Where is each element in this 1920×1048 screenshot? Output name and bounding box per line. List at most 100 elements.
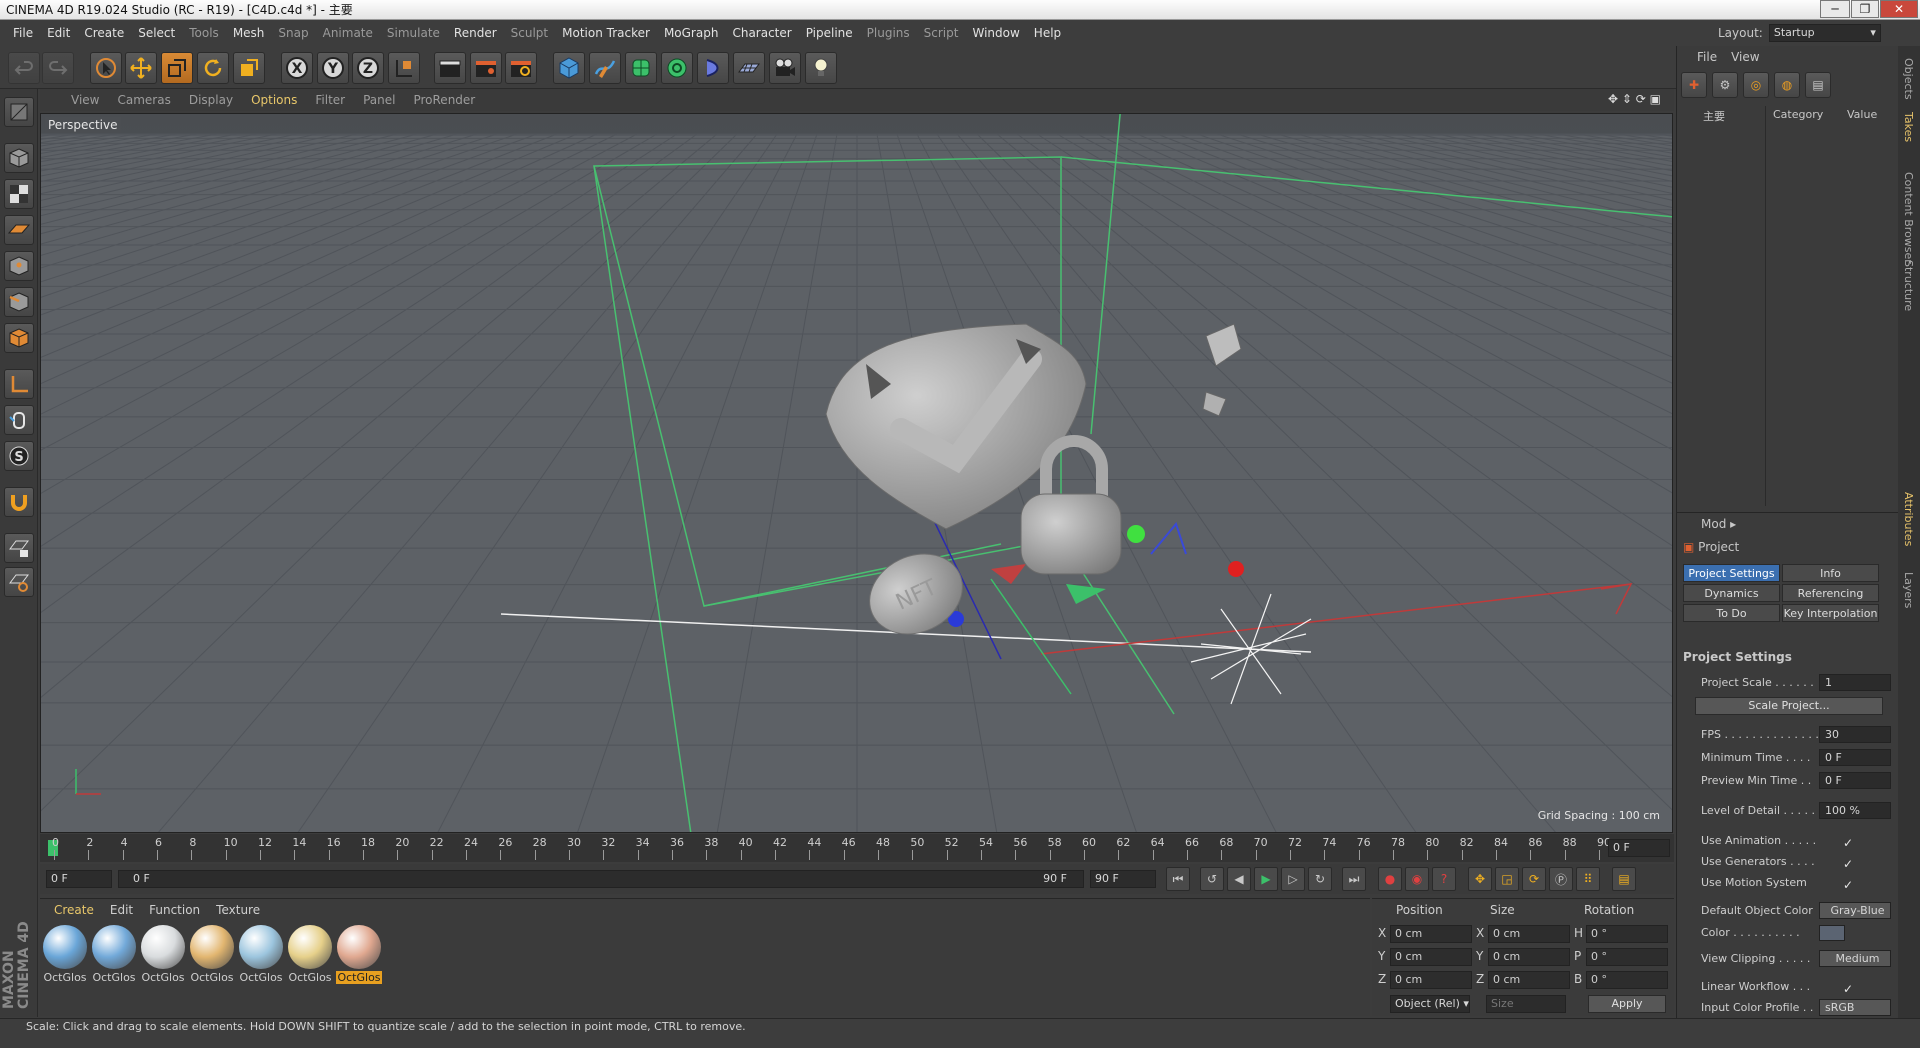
side-tab-structure[interactable]: Structure <box>1900 254 1917 317</box>
menu-create[interactable]: Create <box>77 20 131 46</box>
next-key-button[interactable]: ↻ <box>1308 867 1332 891</box>
checkbox[interactable]: ✓ <box>1843 855 1853 873</box>
side-tab-objects[interactable]: Objects <box>1900 52 1917 106</box>
menu-animate[interactable]: Animate <box>316 20 380 46</box>
menu-file[interactable]: File <box>6 20 40 46</box>
undo-button[interactable] <box>8 52 40 84</box>
camera-button[interactable] <box>769 52 801 84</box>
timeline-window-button[interactable]: ▤ <box>1612 867 1636 891</box>
light-button[interactable] <box>805 52 837 84</box>
fps-field[interactable]: 30 <box>1819 726 1891 743</box>
view-clipping-field[interactable]: Medium <box>1819 950 1891 967</box>
close-button[interactable]: ✕ <box>1880 0 1918 18</box>
rotate-tool-button[interactable] <box>197 52 229 84</box>
checkbox[interactable]: ✓ <box>1843 834 1853 852</box>
linear-workflow-checkbox[interactable]: ✓ <box>1843 980 1853 998</box>
key-pla-button[interactable]: ⠿ <box>1576 867 1600 891</box>
size-mode-dropdown[interactable]: Size <box>1486 995 1566 1013</box>
viewport-menu-cameras[interactable]: Cameras <box>108 93 179 107</box>
menu-edit[interactable]: Edit <box>40 20 77 46</box>
rotation-h-field[interactable]: 0 ° <box>1586 925 1668 943</box>
scale-project-button[interactable]: Scale Project... <box>1695 697 1883 715</box>
position-z-field[interactable]: 0 cm <box>1390 971 1472 989</box>
material-swatch[interactable]: OctGlos <box>91 925 137 984</box>
x-axis-button[interactable]: X <box>281 52 313 84</box>
menu-plugins[interactable]: Plugins <box>860 20 917 46</box>
move-tool-button[interactable] <box>125 52 157 84</box>
play-button[interactable]: ▶ <box>1254 867 1278 891</box>
menu-motion-tracker[interactable]: Motion Tracker <box>555 20 657 46</box>
timeline-ruler[interactable]: 0 2 4 6 8 10 12 14 16 18 20 22 24 26 28 30 32 34 36 38 40 42 4… <box>40 834 1674 862</box>
start-frame-field[interactable]: 0 F <box>46 870 112 888</box>
key-rotation-button[interactable]: ⟳ <box>1522 867 1546 891</box>
keyframe-selection-button[interactable]: ? <box>1432 867 1456 891</box>
menu-help[interactable]: Help <box>1027 20 1068 46</box>
viewport-perspective[interactable]: NFT Perspective Grid Spacing : 100 cm <box>40 113 1673 833</box>
orbit-icon[interactable]: ⟳ <box>1636 92 1646 106</box>
menu-snap[interactable]: Snap <box>271 20 315 46</box>
recent-tool-button[interactable] <box>233 52 265 84</box>
z-axis-button[interactable]: Z <box>352 52 384 84</box>
viewport-menu-options[interactable]: Options <box>242 93 306 107</box>
menu-mesh[interactable]: Mesh <box>226 20 272 46</box>
position-y-field[interactable]: 0 cm <box>1390 948 1472 966</box>
make-editable-button[interactable] <box>4 97 34 127</box>
menu-mograph[interactable]: MoGraph <box>657 20 726 46</box>
menu-sculpt[interactable]: Sculpt <box>504 20 555 46</box>
material-swatch[interactable]: OctGlos <box>189 925 235 984</box>
tweak-mode-button[interactable] <box>4 405 34 435</box>
y-axis-button[interactable]: Y <box>317 52 349 84</box>
side-tab-layers[interactable]: Layers <box>1900 566 1917 614</box>
key-parameter-button[interactable]: Ⓟ <box>1549 867 1573 891</box>
points-mode-button[interactable] <box>4 251 34 281</box>
layout-dropdown[interactable]: Startup ▾ <box>1768 24 1881 42</box>
menu-window[interactable]: Window <box>965 20 1026 46</box>
viewport-menu-filter[interactable]: Filter <box>306 93 354 107</box>
pan-icon[interactable]: ✥ <box>1608 92 1618 106</box>
prev-key-button[interactable]: ↺ <box>1200 867 1224 891</box>
record-key-button[interactable]: ● <box>1378 867 1402 891</box>
rotation-p-field[interactable]: 0 ° <box>1586 948 1668 966</box>
prev-frame-button[interactable]: ◀ <box>1227 867 1251 891</box>
range-slider[interactable]: 0 F 90 F <box>118 870 1084 888</box>
polygons-mode-button[interactable] <box>4 323 34 353</box>
material-swatch[interactable]: OctGlos <box>336 925 382 984</box>
next-frame-button[interactable]: ▷ <box>1281 867 1305 891</box>
viewport-menu-display[interactable]: Display <box>180 93 242 107</box>
size-y-field[interactable]: 0 cm <box>1488 948 1570 966</box>
position-x-field[interactable]: 0 cm <box>1390 925 1472 943</box>
checkbox[interactable]: ✓ <box>1843 876 1853 894</box>
side-tab-takes[interactable]: Takes <box>1900 106 1917 148</box>
workplane-mode-button[interactable] <box>4 215 34 245</box>
cube-button[interactable] <box>553 52 585 84</box>
minimum-time-field[interactable]: 0 F <box>1819 749 1891 766</box>
snap-button[interactable]: S <box>4 441 34 471</box>
go-to-end-button[interactable]: ⏭ <box>1342 867 1366 891</box>
apply-button[interactable]: Apply <box>1588 995 1666 1013</box>
planar-workplane-button[interactable] <box>4 567 34 597</box>
side-tab-attributes[interactable]: Attributes <box>1900 486 1917 552</box>
viewport-menu-panel[interactable]: Panel <box>354 93 404 107</box>
coordinate-system-button[interactable] <box>388 52 420 84</box>
axis-mode-button[interactable] <box>4 369 34 399</box>
redo-button[interactable] <box>42 52 74 84</box>
project-scale-field[interactable]: 1 <box>1819 674 1891 691</box>
menu-select[interactable]: Select <box>131 20 182 46</box>
level-of-detail-field[interactable]: 100 % <box>1819 802 1891 819</box>
render-settings-button[interactable] <box>505 52 537 84</box>
coord-mode-dropdown[interactable]: Object (Rel) ▾ <box>1390 995 1470 1013</box>
current-frame-field[interactable]: 0 F <box>1608 839 1670 857</box>
size-z-field[interactable]: 0 cm <box>1488 971 1570 989</box>
autokey-button[interactable]: ◉ <box>1405 867 1429 891</box>
subdivision-surface-button[interactable] <box>625 52 657 84</box>
switch-view-icon[interactable]: ▣ <box>1650 92 1661 106</box>
lock-workplane-button[interactable] <box>4 533 34 563</box>
material-swatch[interactable]: OctGlos <box>287 925 333 984</box>
menu-tools[interactable]: Tools <box>182 20 226 46</box>
menu-script[interactable]: Script <box>917 20 966 46</box>
texture-mode-button[interactable] <box>4 179 34 209</box>
key-scale-button[interactable]: ◲ <box>1495 867 1519 891</box>
viewport-menu-view[interactable]: View <box>62 93 108 107</box>
material-swatch[interactable]: OctGlos <box>140 925 186 984</box>
floor-button[interactable] <box>733 52 765 84</box>
